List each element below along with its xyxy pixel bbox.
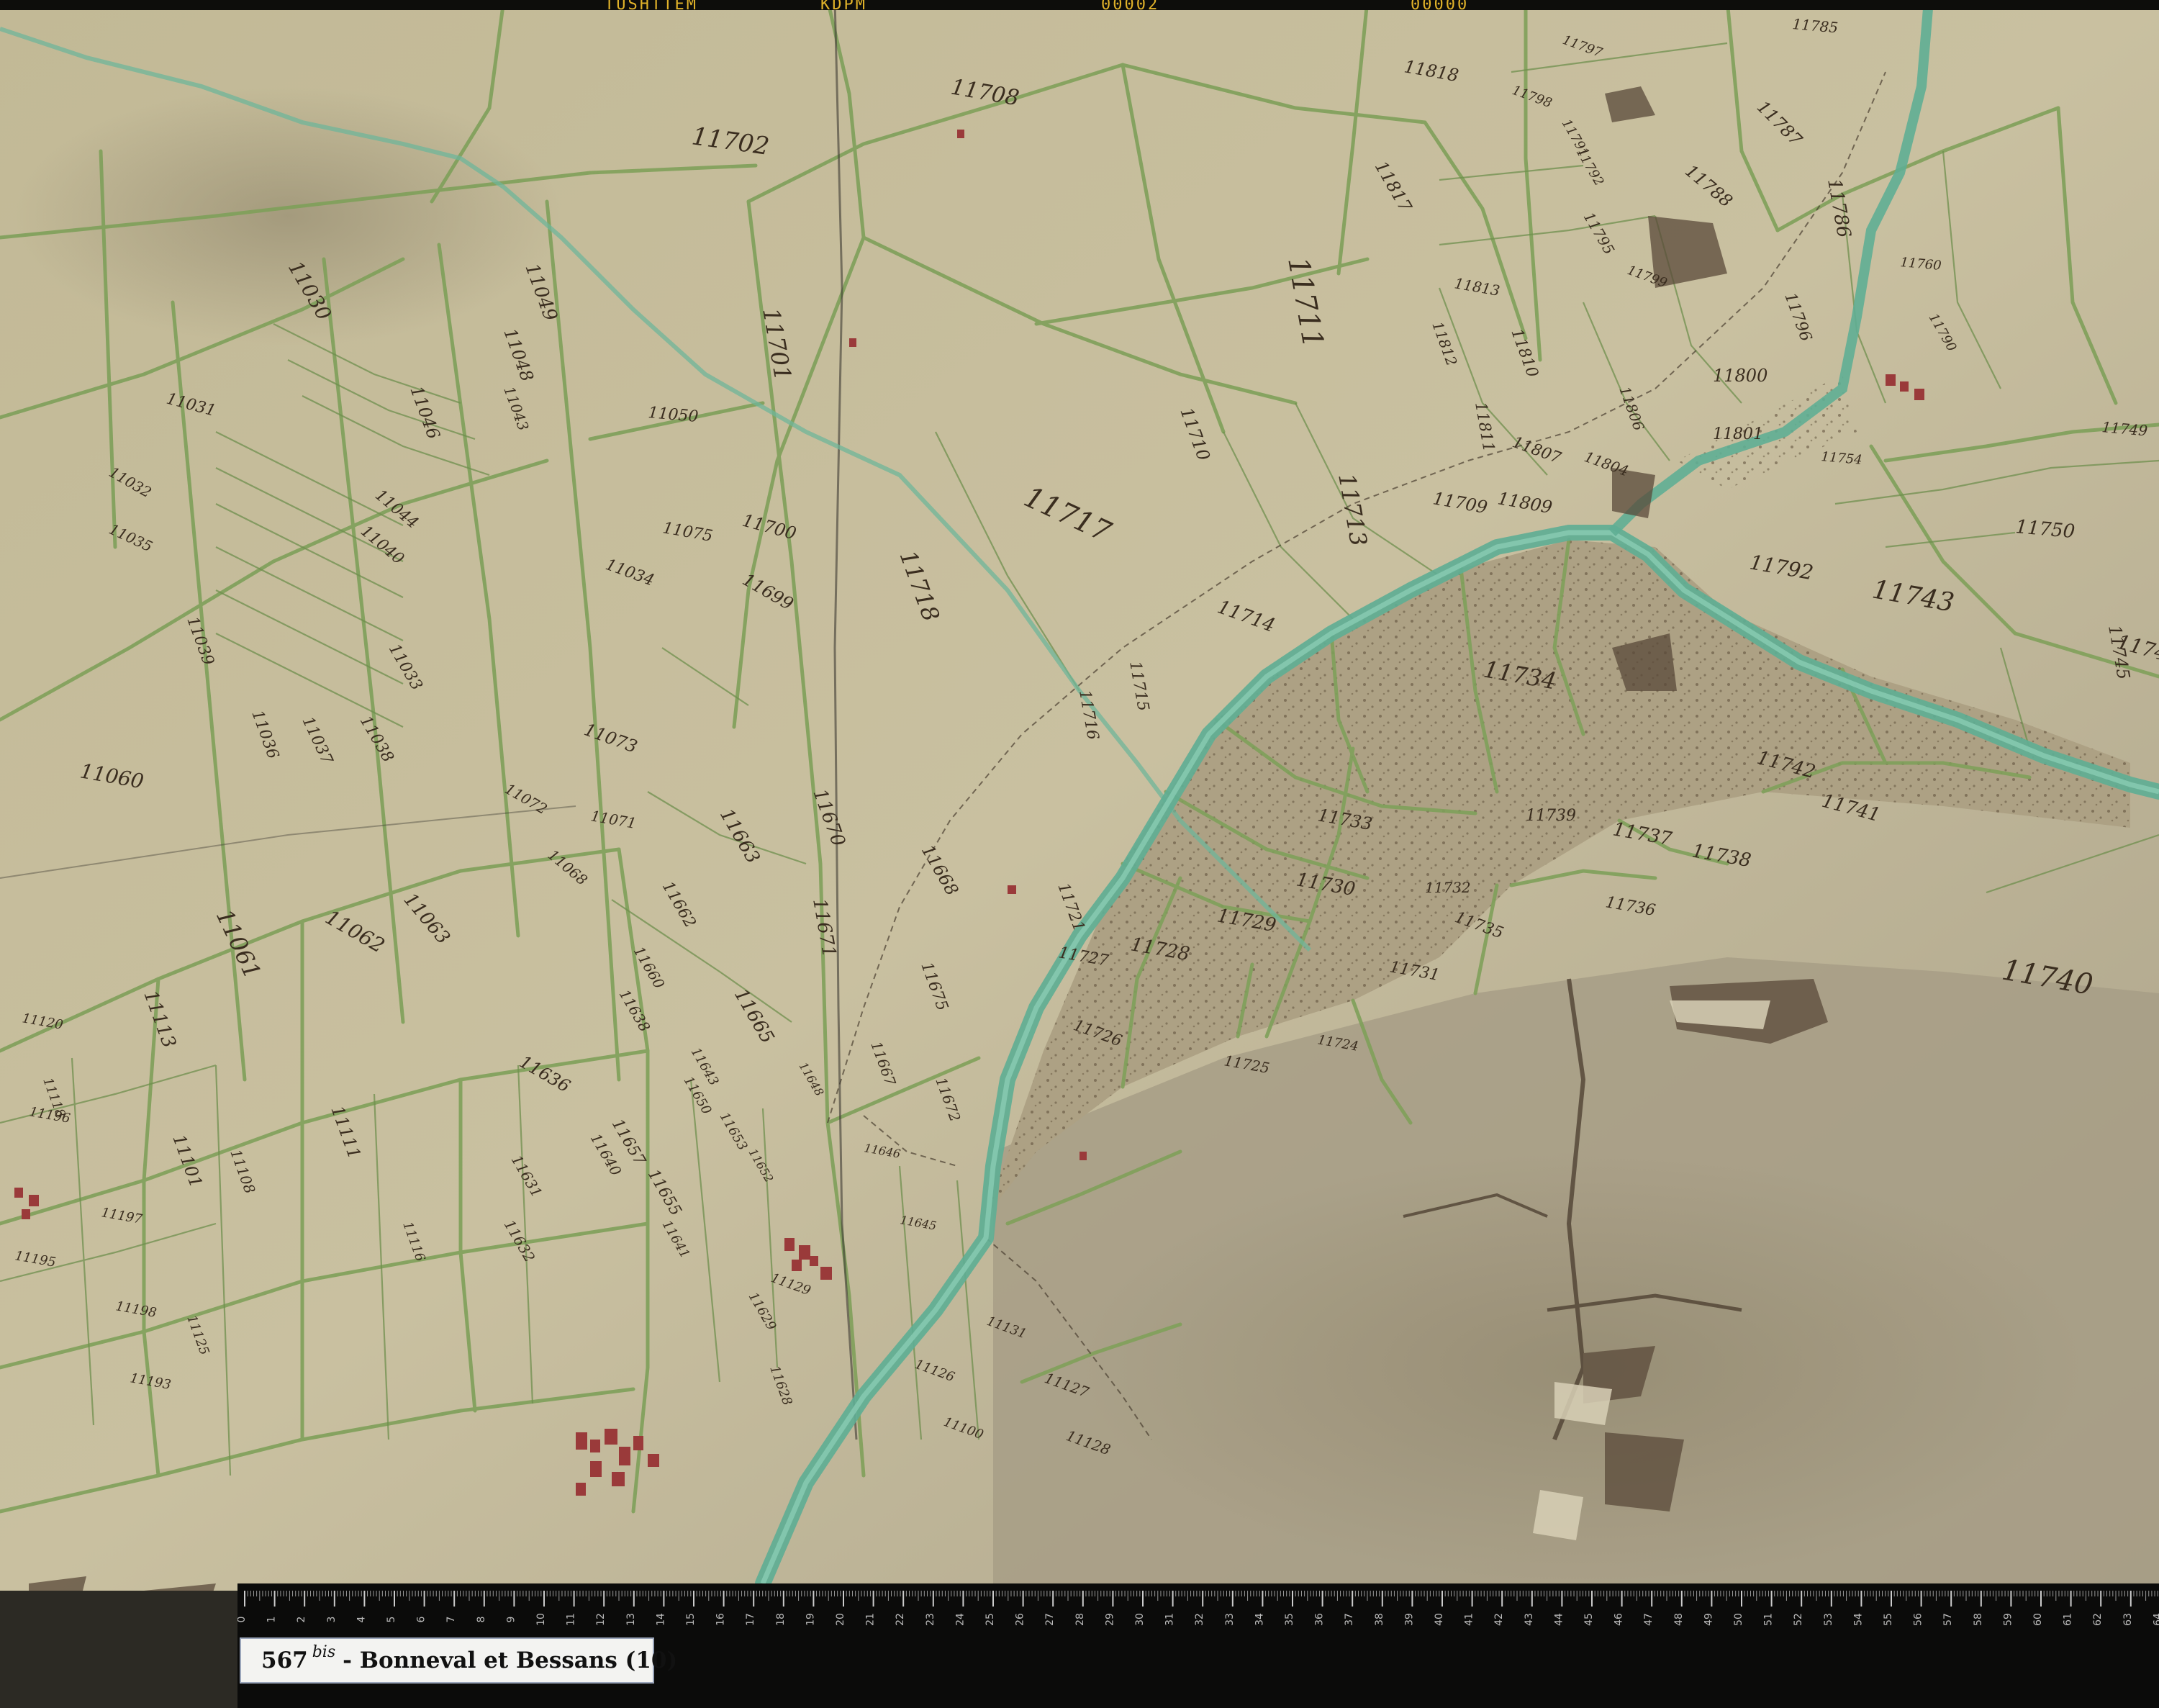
scanner-code: KDPM [820, 0, 867, 14]
ruler-tick-label: 35 [1284, 1613, 1295, 1626]
ruler-tick-label: 34 [1254, 1613, 1265, 1626]
ruler-tick-label: 17 [745, 1613, 756, 1626]
ruler-tick-label: 59 [2002, 1613, 2014, 1626]
ruler-tick-label: 49 [1703, 1613, 1714, 1626]
scanner-code: TUSHTTEM [605, 0, 698, 14]
ruler-tick-label: 2 [296, 1617, 307, 1623]
ruler-tick-label: 11 [566, 1613, 577, 1626]
ruler-tick-label: 55 [1883, 1613, 1894, 1626]
ruler-tick-label: 22 [895, 1613, 906, 1626]
ruler-tick-label: 25 [985, 1613, 996, 1626]
scanner-code: 00000 [1411, 0, 1470, 14]
ruler-tick-label: 18 [775, 1613, 787, 1626]
ruler-tick-label: 4 [356, 1616, 367, 1622]
ruler-tick-label: 54 [1852, 1613, 1864, 1626]
ruler-tick-label: 5 [386, 1617, 397, 1623]
cadastral-map: 11702 11708 11701 11030 11049 11048 1104… [0, 0, 2159, 1708]
ruler-tick-label: 0 [237, 1617, 248, 1623]
ruler-tick-label: 60 [2032, 1613, 2044, 1626]
ruler-tick-label: 15 [685, 1613, 697, 1626]
ruler-tick-label: 64 [2152, 1613, 2159, 1626]
ruler-tick-label: 45 [1583, 1613, 1595, 1626]
ruler-tick-label: 39 [1403, 1613, 1415, 1626]
ruler-tick-label: 61 [2063, 1613, 2074, 1626]
caption-superscript: bis [312, 1643, 336, 1661]
ruler-tick-label: 28 [1074, 1613, 1086, 1626]
ruler-tick-label: 52 [1793, 1613, 1804, 1626]
ruler-ticks: 0123456789101112131415161718192021222324… [236, 1591, 2159, 1626]
ruler-tick-label: 9 [505, 1617, 517, 1623]
ruler-tick-label: 26 [1015, 1613, 1026, 1626]
ruler-tick-label: 46 [1613, 1613, 1625, 1626]
ruler-tick-label: 30 [1134, 1613, 1146, 1626]
parcel-label: 11739 [1526, 807, 1576, 825]
scanner-top-bar: TUSHTTEM KDPM 00002 00000 [0, 0, 2159, 14]
ruler-tick-label: 62 [2092, 1613, 2104, 1626]
parcel-label: 11801 [1713, 425, 1763, 443]
ruler-tick-label: 27 [1044, 1613, 1056, 1626]
ruler-tick-label: 12 [595, 1613, 607, 1626]
ruler-tick-label: 3 [326, 1617, 338, 1623]
ruler-tick-label: 8 [476, 1617, 487, 1623]
ruler-tick-label: 57 [1942, 1613, 1954, 1626]
ruler-tick-label: 38 [1374, 1613, 1385, 1626]
ruler-tick-label: 41 [1464, 1613, 1475, 1626]
ruler-tick-label: 50 [1733, 1613, 1744, 1626]
ruler-tick-label: 42 [1493, 1613, 1505, 1626]
ruler-tick-label: 1 [266, 1617, 278, 1623]
scanner-code: 00002 [1101, 0, 1160, 14]
ruler-tick-label: 48 [1673, 1613, 1685, 1626]
ruler-tick-label: 13 [625, 1613, 637, 1626]
ruler-tick-label: 19 [805, 1613, 816, 1626]
ruler-tick-label: 32 [1194, 1613, 1205, 1626]
ruler-tick-label: 16 [715, 1613, 727, 1626]
ruler-tick-label: 20 [835, 1613, 846, 1626]
ruler-tick-label: 51 [1763, 1613, 1775, 1626]
ruler-tick-label: 23 [925, 1613, 936, 1626]
ruler-tick-label: 21 [865, 1613, 877, 1626]
ruler-tick-label: 63 [2122, 1613, 2134, 1626]
ruler-tick-label: 53 [1823, 1613, 1834, 1626]
ruler-tick-label: 58 [1973, 1613, 1984, 1626]
ruler-tick-label: 31 [1164, 1613, 1176, 1626]
ruler-tick-label: 47 [1643, 1613, 1655, 1626]
ruler-tick-label: 40 [1434, 1613, 1445, 1626]
map-caption-label: 567 bis - Bonneval et Bessans (10) [240, 1637, 677, 1684]
map-canvas: 11702 11708 11701 11030 11049 11048 1104… [0, 0, 2159, 1605]
parcel-label: 11800 [1713, 366, 1768, 386]
ruler-tick-label: 14 [655, 1613, 666, 1626]
ruler-tick-label: 10 [535, 1613, 547, 1626]
ruler-tick-label: 29 [1104, 1613, 1115, 1626]
caption-title: - Bonneval et Bessans (10) [343, 1648, 678, 1673]
ruler-tick-label: 43 [1524, 1613, 1535, 1626]
ruler-tick-label: 37 [1344, 1613, 1355, 1626]
parcel-label: 11732 [1425, 879, 1471, 896]
ruler-tick-label: 33 [1224, 1613, 1236, 1626]
ruler-tick-label: 6 [416, 1616, 427, 1622]
ruler-tick-label: 44 [1553, 1613, 1565, 1626]
ruler-tick-label: 36 [1314, 1613, 1326, 1626]
ruler-tick-label: 24 [954, 1613, 966, 1626]
scan-margin [0, 1591, 237, 1708]
caption-number: 567 [261, 1648, 308, 1673]
ruler-tick-label: 56 [1913, 1613, 1924, 1626]
ruler-tick-label: 7 [445, 1617, 457, 1623]
